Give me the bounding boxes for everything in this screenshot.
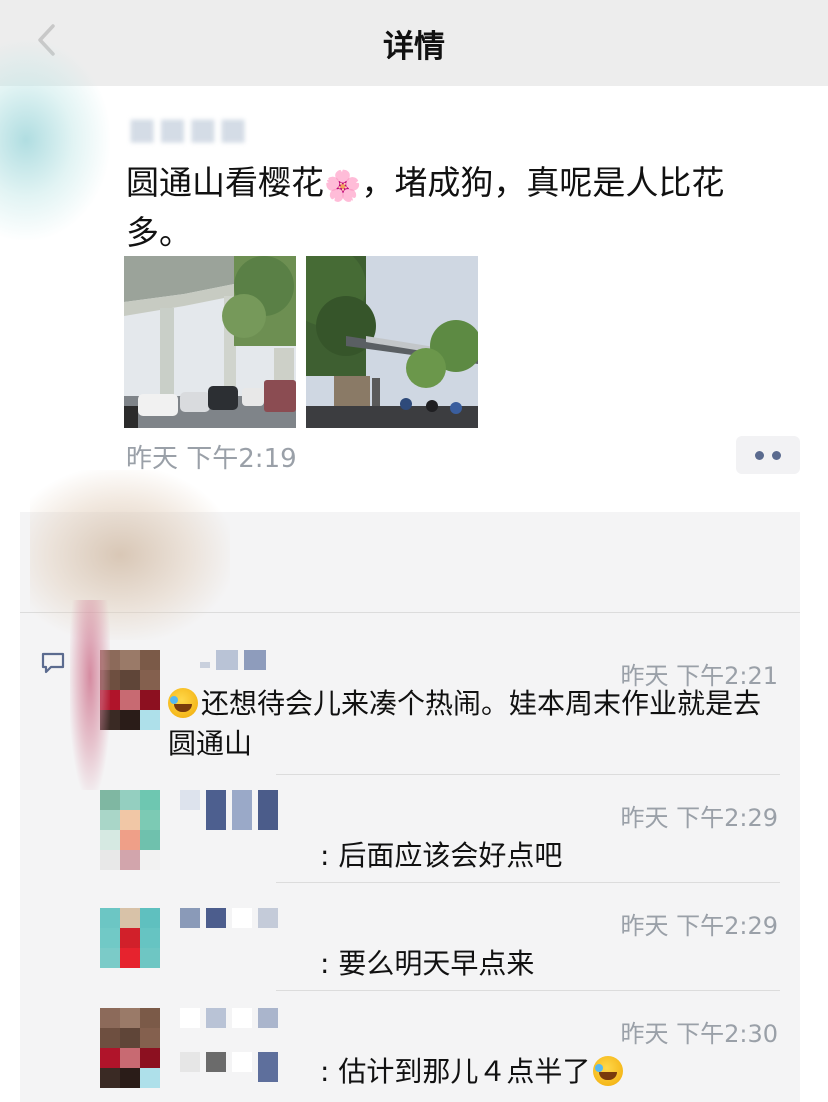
blur-overlay <box>30 470 230 640</box>
post-photo-2[interactable] <box>306 256 478 428</box>
comment-separator <box>276 882 780 883</box>
navigation-bar: 详情 <box>0 0 828 86</box>
comment-text: : 估计到那儿４点半了 <box>320 1052 626 1092</box>
avatar[interactable] <box>100 1008 160 1088</box>
comment-item[interactable]: 昨天 下午2:29 : 要么明天早点来 <box>20 898 800 998</box>
more-actions-button[interactable] <box>736 436 800 474</box>
comment-text: : 要么明天早点来 <box>320 947 535 980</box>
commenter-name-mosaic-row2 <box>180 1052 278 1082</box>
comment-text: 还想待会儿来凑个热闹。娃本周末作业就是去圆通山 <box>168 687 762 760</box>
commenter-name-mosaic[interactable] <box>180 790 278 830</box>
blur-overlay <box>70 600 110 790</box>
cry-laugh-emoji-icon <box>593 1056 624 1086</box>
cherry-blossom-icon: 🌸 <box>324 169 362 204</box>
moment-detail-page: 详情 ■■■■ 圆通山看樱花🌸，堵成狗，真呢是人比花 多。 昨天 下午2:19 … <box>0 0 828 1102</box>
commenter-name-mosaic[interactable] <box>200 650 266 670</box>
comment-item[interactable]: 昨天 下午2:29 : 后面应该会好点吧 <box>20 790 800 890</box>
comment-timestamp: 昨天 下午2:29 <box>620 912 778 940</box>
cry-laugh-emoji-icon <box>168 688 198 718</box>
post-text-continuation: ，堵成狗，真呢是人比花 <box>361 163 725 202</box>
post-text-line2: 多。 <box>126 213 192 252</box>
blur-overlay <box>0 40 110 240</box>
comment-text: : 后面应该会好点吧 <box>320 839 563 872</box>
comment-item[interactable]: 昨天 下午2:21 还想待会儿来凑个热闹。娃本周末作业就是去圆通山 <box>20 648 800 778</box>
commenter-name-mosaic[interactable] <box>180 1008 278 1028</box>
post-author-name-blurred: ■■■■ <box>128 112 250 147</box>
photo-bus-stop-trees <box>306 256 478 428</box>
comment-item[interactable]: 昨天 下午2:30 : 估计到那儿４点半了 <box>20 1006 800 1102</box>
comment-separator <box>276 990 780 991</box>
more-dots-icon <box>755 450 764 460</box>
avatar[interactable] <box>100 790 160 870</box>
comment-timestamp: 昨天 下午2:29 <box>620 804 778 832</box>
avatar[interactable] <box>100 908 160 968</box>
post-photo-1[interactable] <box>124 256 296 428</box>
comment-separator <box>276 774 780 775</box>
comment-timestamp: 昨天 下午2:30 <box>620 1020 778 1048</box>
post-text-line1: 圆通山看樱花 <box>126 163 324 202</box>
photo-overpass-traffic <box>124 256 296 428</box>
commenter-name-mosaic[interactable] <box>180 908 278 928</box>
page-title: 详情 <box>383 28 445 65</box>
post-text: 圆通山看樱花🌸，堵成狗，真呢是人比花 多。 <box>126 160 786 256</box>
